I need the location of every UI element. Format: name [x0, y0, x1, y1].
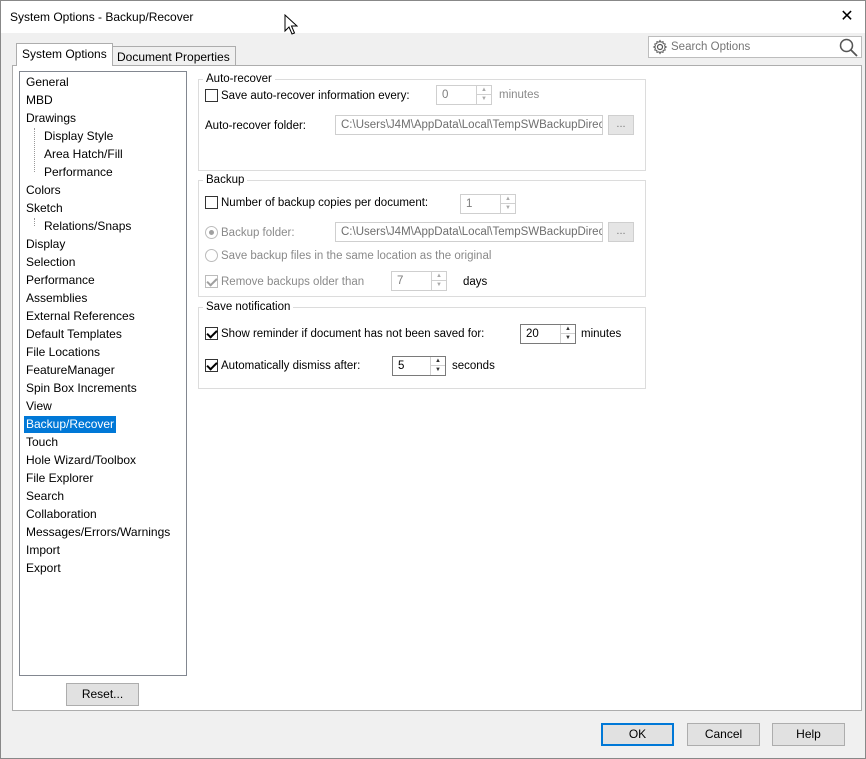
reminder-minutes-value: 20	[526, 328, 539, 340]
backup-folder-radio[interactable]	[205, 226, 218, 239]
auto-recover-browse-button[interactable]: ...	[608, 115, 634, 135]
gear-icon[interactable]	[652, 39, 668, 55]
tree-item-spin-box-increments[interactable]: Spin Box Increments	[24, 380, 139, 397]
auto-recover-group-title: Auto-recover	[203, 73, 275, 86]
search-icon[interactable]	[839, 38, 858, 57]
auto-dismiss-seconds-unit: seconds	[452, 360, 495, 372]
backup-folder-field[interactable]: C:\Users\J4M\AppData\Local\TempSWBackupD…	[335, 222, 603, 242]
remove-backups-days-unit: days	[463, 276, 488, 288]
tree-item-view[interactable]: View	[24, 398, 54, 415]
spinner-arrows[interactable]: ▲ ▼	[431, 272, 446, 290]
tree-item-hole-wizard-toolbox[interactable]: Hole Wizard/Toolbox	[24, 452, 138, 469]
tree-connector	[34, 218, 35, 226]
backup-copies-checkbox[interactable]	[205, 196, 218, 209]
tree-item-selection[interactable]: Selection	[24, 254, 77, 271]
backup-group-title: Backup	[203, 174, 248, 187]
tree-item-drawings-performance[interactable]: Performance	[42, 164, 115, 181]
show-reminder-label[interactable]: Show reminder if document has not been s…	[221, 327, 484, 341]
backup-folder-label[interactable]: Backup folder:	[221, 226, 295, 240]
save-notification-group	[198, 307, 646, 389]
tree-item-file-explorer[interactable]: File Explorer	[24, 470, 95, 487]
spin-down-icon[interactable]: ▼	[431, 366, 445, 375]
reminder-minutes-spinner[interactable]: 20 ▲ ▼	[520, 324, 576, 344]
remove-backups-checkbox[interactable]	[205, 275, 218, 288]
auto-dismiss-checkbox[interactable]	[205, 359, 218, 372]
backup-copies-spinner[interactable]: 1 ▲ ▼	[460, 194, 516, 214]
mouse-cursor-icon	[284, 14, 298, 35]
spinner-arrows[interactable]: ▲ ▼	[500, 195, 515, 213]
tree-item-display[interactable]: Display	[24, 236, 67, 253]
tab-system-options[interactable]: System Options	[16, 43, 113, 66]
reminder-minutes-unit: minutes	[581, 328, 622, 340]
tree-item-mbd[interactable]: MBD	[24, 92, 55, 109]
tree-item-backup-recover[interactable]: Backup/Recover	[24, 416, 117, 433]
reset-button[interactable]: Reset...	[66, 683, 139, 706]
options-tree[interactable]: General MBD Drawings Display Style Area …	[19, 71, 187, 676]
tab-document-properties[interactable]: Document Properties	[111, 46, 236, 67]
ok-button[interactable]: OK	[601, 723, 674, 746]
spin-down-icon[interactable]: ▼	[561, 334, 575, 343]
search-input[interactable]	[671, 38, 836, 56]
tree-connector	[34, 128, 35, 172]
auto-dismiss-seconds-value: 5	[398, 360, 405, 372]
auto-dismiss-label[interactable]: Automatically dismiss after:	[221, 359, 360, 373]
same-location-radio[interactable]	[205, 249, 218, 262]
title-bar: System Options - Backup/Recover ✕	[1, 1, 865, 33]
auto-recover-minutes-unit: minutes	[499, 89, 540, 101]
save-auto-recover-checkbox[interactable]	[205, 89, 218, 102]
show-reminder-checkbox[interactable]	[205, 327, 218, 340]
tree-item-sketch[interactable]: Sketch	[24, 200, 65, 217]
tree-item-touch[interactable]: Touch	[24, 434, 60, 451]
remove-backups-label[interactable]: Remove backups older than	[221, 275, 364, 289]
tree-item-search[interactable]: Search	[24, 488, 66, 505]
auto-dismiss-seconds-spinner[interactable]: 5 ▲ ▼	[392, 356, 446, 376]
spin-down-icon[interactable]: ▼	[501, 204, 515, 213]
tree-item-default-templates[interactable]: Default Templates	[24, 326, 124, 343]
tree-item-collaboration[interactable]: Collaboration	[24, 506, 99, 523]
save-auto-recover-label[interactable]: Save auto-recover information every:	[221, 89, 410, 103]
tree-item-external-references[interactable]: External References	[24, 308, 137, 325]
tree-item-relations-snaps[interactable]: Relations/Snaps	[42, 218, 133, 235]
tree-item-file-locations[interactable]: File Locations	[24, 344, 102, 361]
remove-backups-days-value: 7	[397, 275, 404, 287]
backup-folder-browse-button[interactable]: ...	[608, 222, 634, 242]
tree-item-general[interactable]: General	[24, 74, 71, 91]
remove-backups-days-spinner[interactable]: 7 ▲ ▼	[391, 271, 447, 291]
tree-item-area-hatch-fill[interactable]: Area Hatch/Fill	[42, 146, 125, 163]
window-title: System Options - Backup/Recover	[10, 10, 194, 24]
same-location-label[interactable]: Save backup files in the same location a…	[221, 249, 491, 263]
close-icon[interactable]: ✕	[835, 5, 859, 29]
spinner-arrows[interactable]: ▲ ▼	[476, 86, 491, 104]
tree-item-export[interactable]: Export	[24, 560, 63, 577]
spin-up-icon[interactable]: ▲	[431, 357, 445, 366]
spin-up-icon[interactable]: ▲	[501, 195, 515, 204]
spinner-arrows[interactable]: ▲ ▼	[430, 357, 445, 375]
options-dialog: System Options - Backup/Recover ✕ System…	[0, 0, 866, 759]
tree-item-performance[interactable]: Performance	[24, 272, 97, 289]
auto-recover-minutes-value: 0	[442, 89, 449, 101]
auto-recover-folder-label: Auto-recover folder:	[205, 120, 306, 132]
tree-item-featuremanager[interactable]: FeatureManager	[24, 362, 117, 379]
search-box[interactable]	[648, 36, 862, 58]
save-notification-group-title: Save notification	[203, 301, 294, 314]
spinner-arrows[interactable]: ▲ ▼	[560, 325, 575, 343]
spin-up-icon[interactable]: ▲	[432, 272, 446, 281]
spin-up-icon[interactable]: ▲	[477, 86, 491, 95]
backup-copies-value: 1	[466, 198, 473, 210]
help-button[interactable]: Help	[772, 723, 845, 746]
tree-item-messages-errors-warnings[interactable]: Messages/Errors/Warnings	[24, 524, 172, 541]
auto-recover-minutes-spinner[interactable]: 0 ▲ ▼	[436, 85, 492, 105]
tree-item-import[interactable]: Import	[24, 542, 62, 559]
tree-item-colors[interactable]: Colors	[24, 182, 63, 199]
spin-down-icon[interactable]: ▼	[432, 281, 446, 290]
cancel-button[interactable]: Cancel	[687, 723, 760, 746]
tree-item-assemblies[interactable]: Assemblies	[24, 290, 89, 307]
tree-item-drawings[interactable]: Drawings	[24, 110, 78, 127]
backup-copies-label[interactable]: Number of backup copies per document:	[221, 196, 428, 210]
spin-up-icon[interactable]: ▲	[561, 325, 575, 334]
tree-item-display-style[interactable]: Display Style	[42, 128, 115, 145]
spin-down-icon[interactable]: ▼	[477, 95, 491, 104]
auto-recover-folder-field[interactable]: C:\Users\J4M\AppData\Local\TempSWBackupD…	[335, 115, 603, 135]
